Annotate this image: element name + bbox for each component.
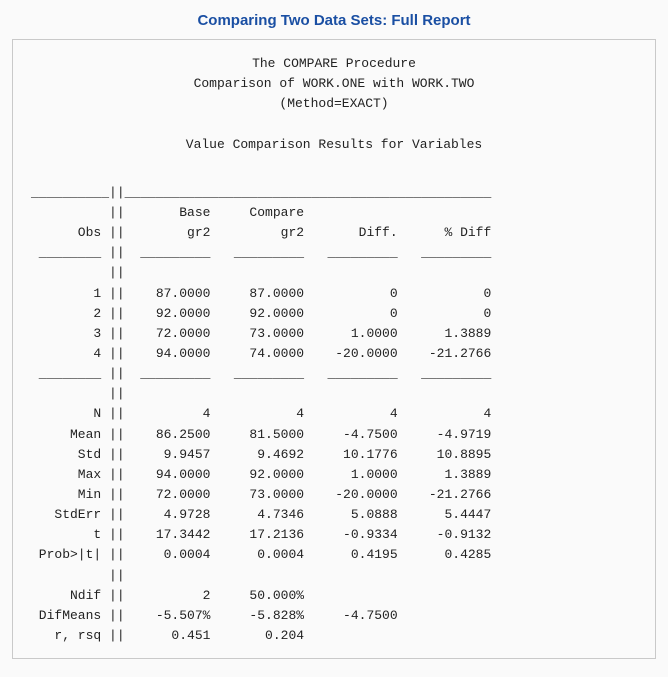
page-title: Comparing Two Data Sets: Full Report	[12, 12, 656, 29]
proc-header-2: Comparison of WORK.ONE with WORK.TWO	[31, 74, 637, 94]
proc-header-4: Value Comparison Results for Variables	[31, 135, 637, 155]
proc-blank	[31, 114, 637, 134]
proc-header-1: The COMPARE Procedure	[31, 54, 637, 74]
comparison-table: __________||____________________________…	[31, 163, 637, 646]
proc-header-3: (Method=EXACT)	[31, 94, 637, 114]
report-container: The COMPARE Procedure Comparison of WORK…	[12, 39, 656, 659]
